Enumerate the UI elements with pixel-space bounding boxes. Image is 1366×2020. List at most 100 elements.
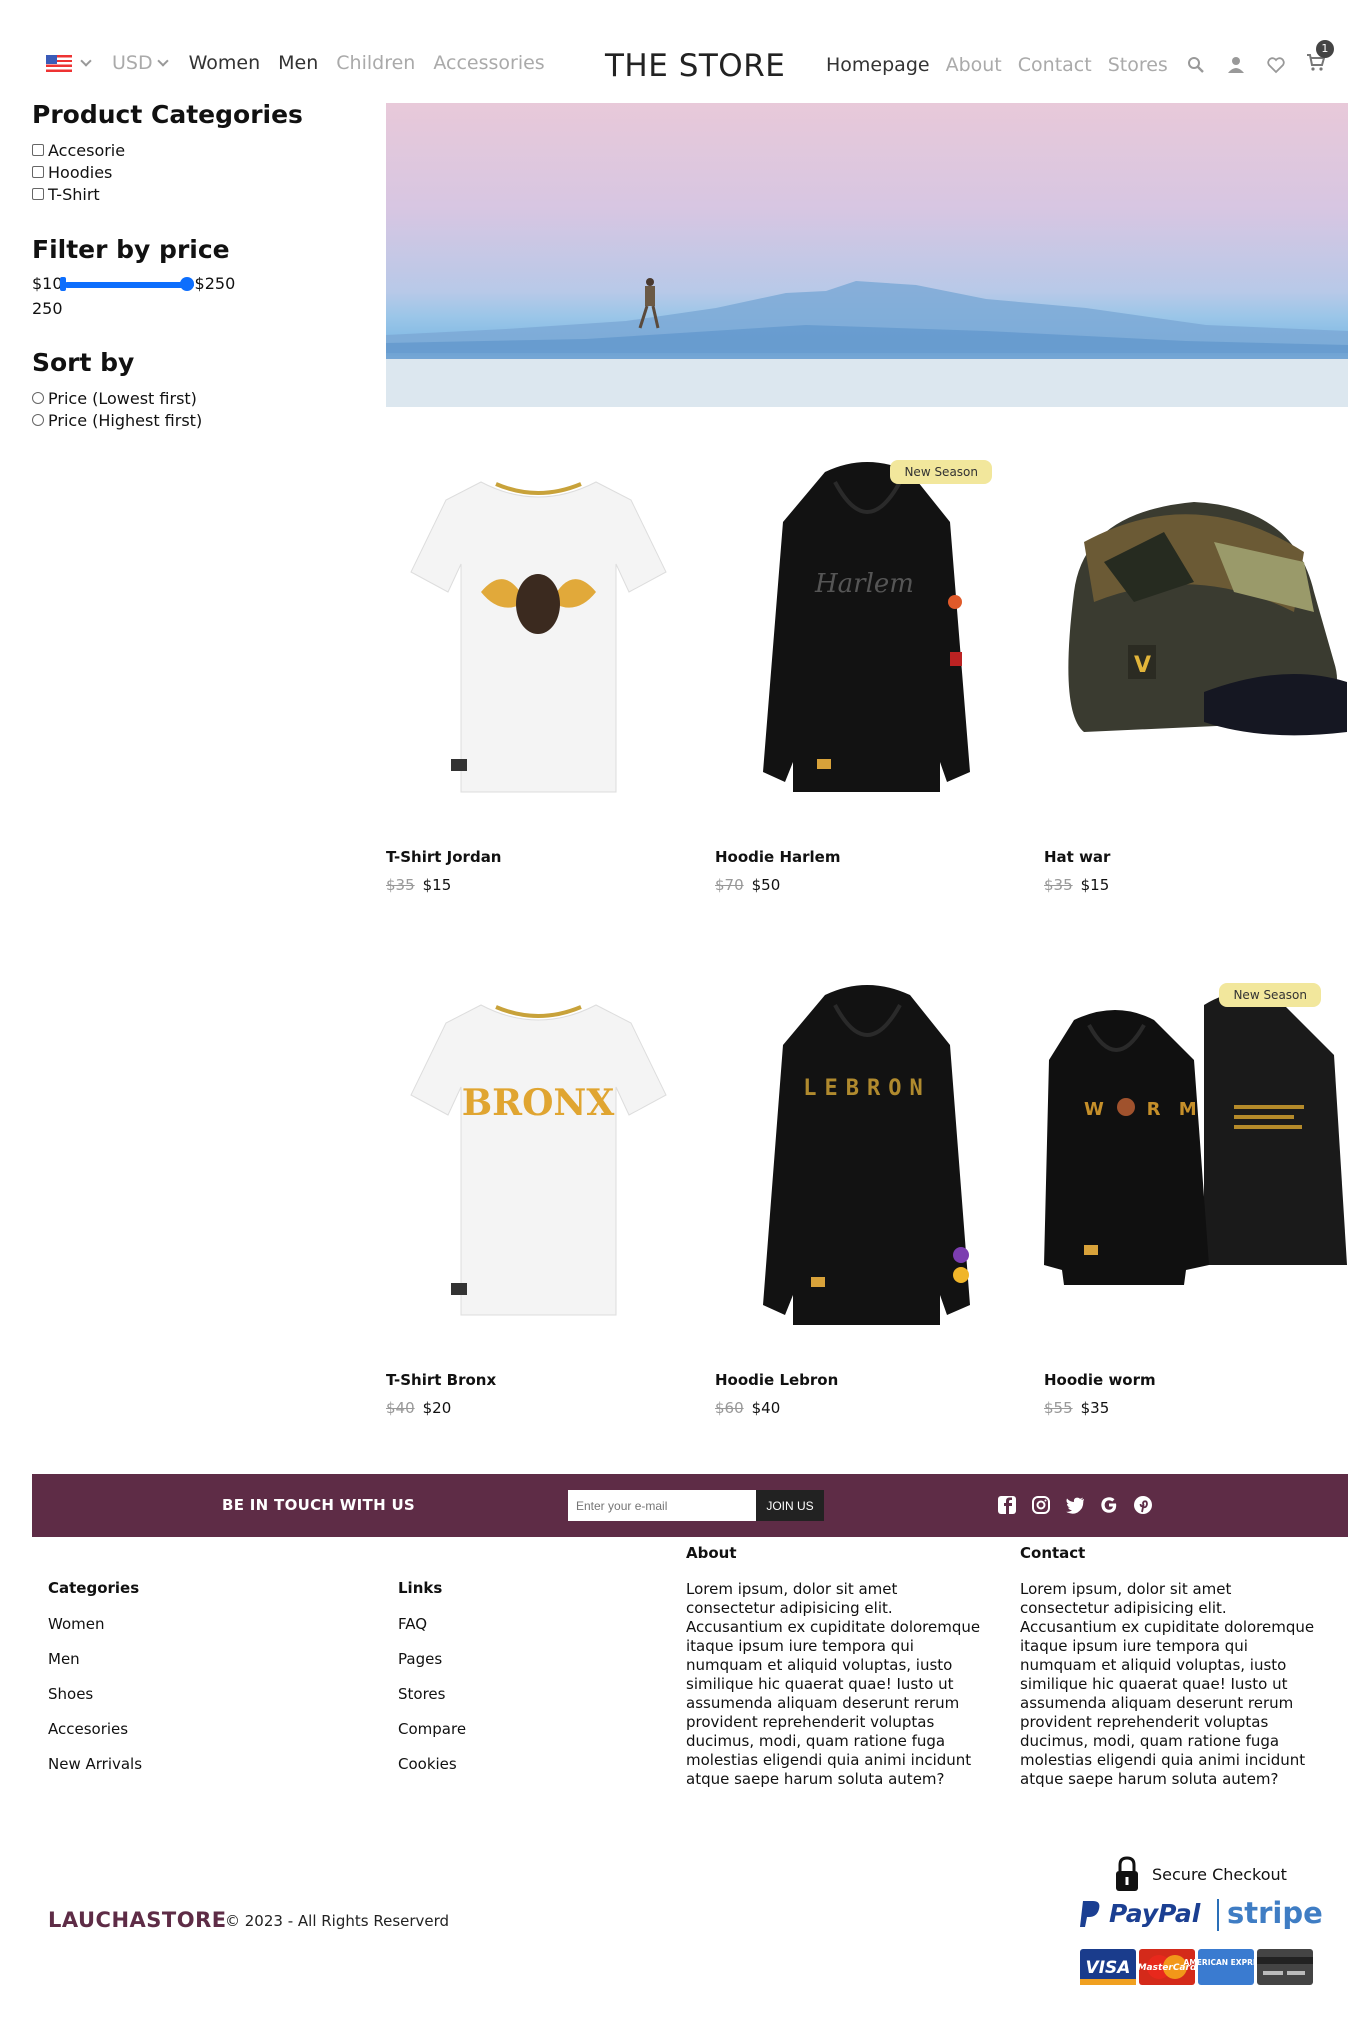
footer-link-faq[interactable]: FAQ [398,1615,466,1633]
paypal-icon [1080,1901,1100,1927]
footer-link-shoes[interactable]: Shoes [48,1685,142,1703]
product-image[interactable]: Harlem New Season [715,442,1018,824]
worm-print: W R M [1084,1099,1203,1120]
slider-thumb[interactable] [179,276,194,291]
checkbox[interactable] [32,166,44,178]
footer-link-men[interactable]: Men [48,1650,142,1668]
product-image[interactable]: LEBRON [715,965,1018,1347]
search-icon[interactable] [1186,55,1206,75]
footer-link-compare[interactable]: Compare [398,1720,466,1738]
current-price: $15 [422,876,452,894]
product-card[interactable]: LEBRON Hoodie Lebron $60 $40 [715,965,1018,1417]
footer-link-accesories[interactable]: Accesories [48,1720,142,1738]
footer-brand[interactable]: LAUCHASTORE [48,1908,227,1932]
checkbox[interactable] [32,188,44,200]
visa-label: VISA [1086,1958,1131,1978]
product-card[interactable]: Harlem New Season Hoodie Harlem $70 $50 [715,442,1018,894]
user-icon[interactable] [1226,55,1246,75]
nav-link-women[interactable]: Women [189,52,261,74]
footer-link-pages[interactable]: Pages [398,1650,466,1668]
secure-checkout-label: Secure Checkout [1152,1865,1287,1884]
nav-right: Homepage About Contact Stores 1 [826,40,1334,77]
product-price: $60 $40 [715,1399,1018,1417]
pinterest-icon[interactable] [1132,1494,1154,1516]
footer-about-text: Lorem ipsum, dolor sit amet consectetur … [686,1580,981,1788]
product-card[interactable]: BRONX T-Shirt Bronx $40 $20 [386,965,689,1417]
categories-heading: Product Categories [32,100,303,129]
sort-option-highest[interactable]: Price (Highest first) [32,409,352,431]
amex-card-icon [1198,1949,1254,1985]
category-checkbox-accesorie[interactable]: Accesorie [32,139,352,161]
twitter-icon[interactable] [1064,1494,1086,1516]
nav-link-about[interactable]: About [946,54,1002,76]
product-name[interactable]: T-Shirt Bronx [386,1371,689,1389]
cart-button[interactable]: 1 [1306,40,1334,77]
new-season-badge: New Season [1219,983,1321,1007]
old-price: $35 [1044,876,1073,894]
hero-landscape-image [386,278,1348,407]
radio-label: Price (Highest first) [48,410,203,430]
newsletter-email-input[interactable] [568,1490,756,1521]
currency-label: USD [112,52,153,74]
product-name[interactable]: Hoodie Lebron [715,1371,1018,1389]
radio-button[interactable] [32,392,44,404]
brand-logo[interactable]: THE STORE [605,48,785,84]
nav-link-stores[interactable]: Stores [1108,54,1168,76]
product-image[interactable]: W R M New Season [1044,965,1347,1347]
newsletter-bar: BE IN TOUCH WITH US JOIN US [32,1474,1348,1537]
checkbox-label: T-Shirt [48,184,100,204]
product-name[interactable]: Hoodie Harlem [715,848,1018,866]
current-price: $50 [751,876,781,894]
product-name[interactable]: T-Shirt Jordan [386,848,689,866]
product-image[interactable]: V [1044,442,1347,824]
current-price: $20 [422,1399,452,1417]
price-slider[interactable] [59,276,194,291]
product-name[interactable]: Hoodie worm [1044,1371,1347,1389]
footer-contact-text: Lorem ipsum, dolor sit amet consectetur … [1020,1580,1315,1788]
old-price: $70 [715,876,744,894]
language-selector[interactable] [46,54,94,72]
product-name[interactable]: Hat war [1044,848,1347,866]
footer-about: About Lorem ipsum, dolor sit amet consec… [686,1544,991,1789]
product-image[interactable] [386,442,689,824]
old-price: $35 [386,876,415,894]
generic-card-icon [1257,1949,1313,1985]
heart-icon[interactable] [1266,55,1286,75]
nav-link-accessories[interactable]: Accessories [433,52,544,74]
facebook-icon[interactable] [996,1494,1018,1516]
nav-link-homepage[interactable]: Homepage [826,54,930,76]
footer-link-new-arrivals[interactable]: New Arrivals [48,1755,142,1773]
join-us-button[interactable]: JOIN US [756,1490,824,1521]
amex-label: AMERICAN EXPRESS [1184,1958,1269,1967]
google-icon[interactable] [1098,1494,1120,1516]
product-image[interactable]: BRONX [386,965,689,1347]
nav-link-men[interactable]: Men [278,52,318,74]
footer-links: Links FAQ Pages Stores Compare Cookies [398,1579,466,1790]
nav-link-children[interactable]: Children [336,52,415,74]
footer-contact-heading: Contact [1020,1544,1086,1562]
chevron-down-icon [156,55,169,67]
footer-link-stores[interactable]: Stores [398,1685,466,1703]
radio-button[interactable] [32,414,44,426]
lebron-print: LEBRON [803,1076,930,1101]
nav-link-contact[interactable]: Contact [1018,54,1092,76]
copyright-text: © 2023 - All Rights Reserverd [225,1912,450,1930]
currency-selector[interactable]: USD [112,52,171,74]
category-checkbox-tshirt[interactable]: T-Shirt [32,183,352,205]
old-price: $40 [386,1399,415,1417]
sort-option-lowest[interactable]: Price (Lowest first) [32,387,352,409]
instagram-icon[interactable] [1030,1494,1052,1516]
product-card[interactable]: V Hat war $35 $15 [1044,442,1347,894]
current-price: $35 [1080,1399,1110,1417]
price-current-value: 250 [32,299,63,318]
current-price: $40 [751,1399,781,1417]
payment-logos: PayPal stripe VISA MasterCard AMERICAN E… [1080,1896,1323,1985]
footer-link-cookies[interactable]: Cookies [398,1755,466,1773]
secure-checkout: Secure Checkout PayPal stripe VISA Maste… [1080,1855,1342,1995]
product-card[interactable]: T-Shirt Jordan $35 $15 [386,442,689,894]
product-card[interactable]: W R M New Season Hoodie worm $55 $35 [1044,965,1347,1417]
slider-thumb-min[interactable] [59,276,66,291]
checkbox[interactable] [32,144,44,156]
footer-link-women[interactable]: Women [48,1615,142,1633]
category-checkbox-hoodies[interactable]: Hoodies [32,161,352,183]
